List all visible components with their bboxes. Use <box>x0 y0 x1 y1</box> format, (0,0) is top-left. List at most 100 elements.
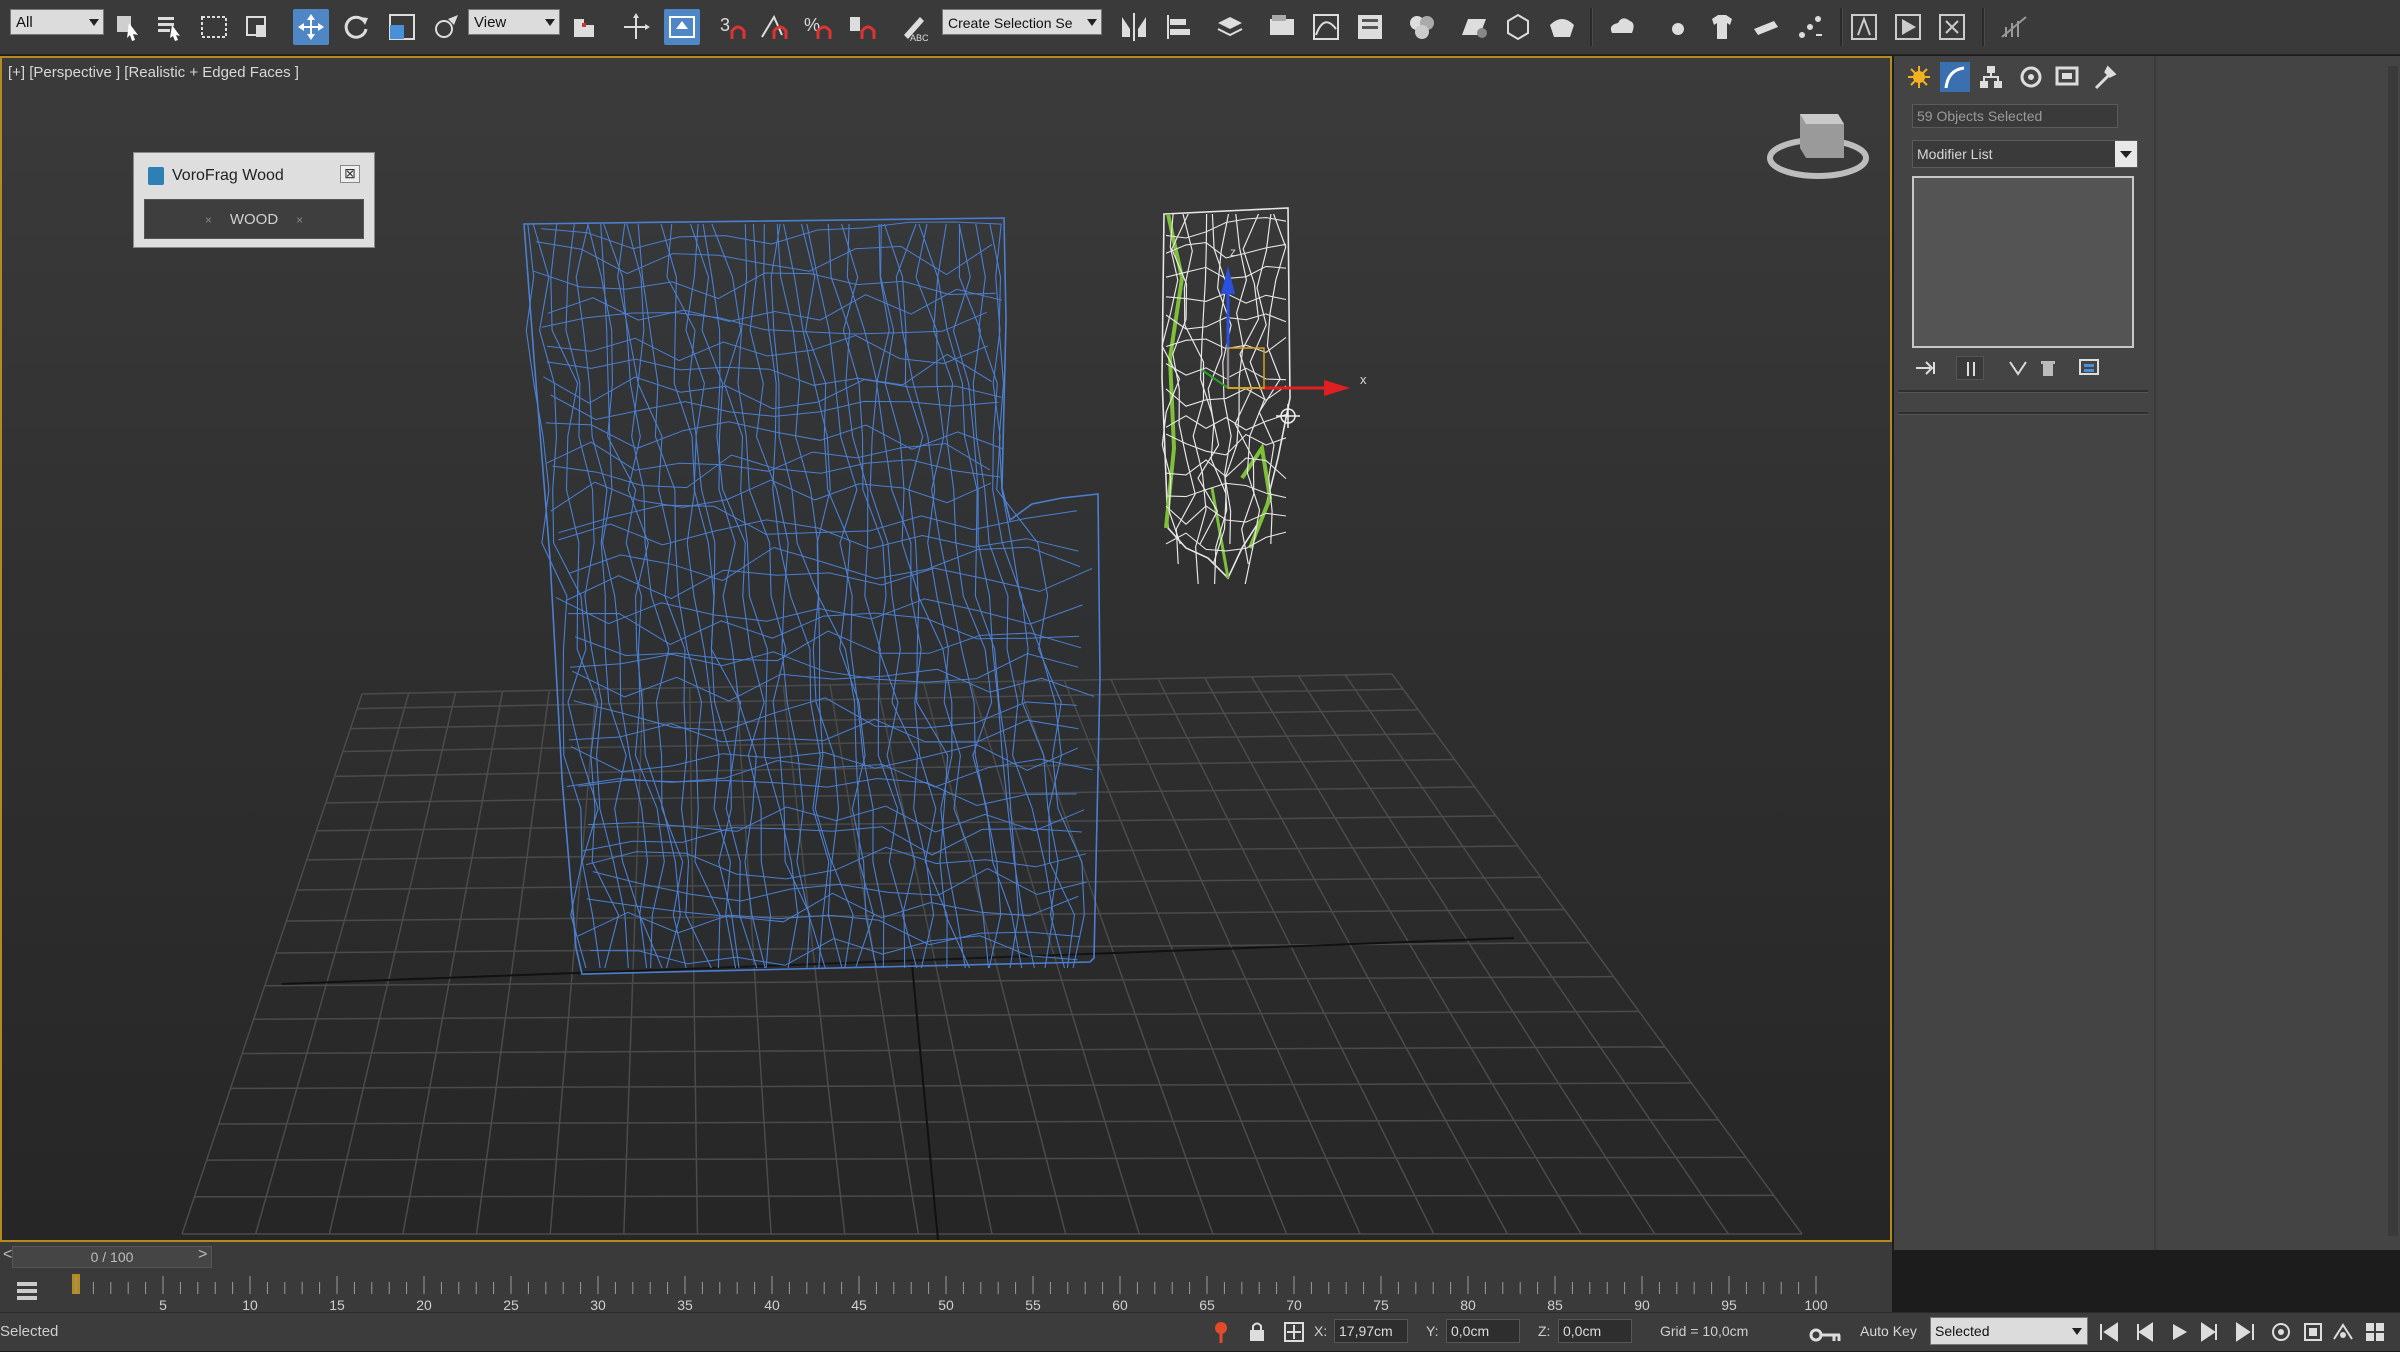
select-and-place-icon[interactable] <box>428 9 464 45</box>
selection-name-field[interactable]: 59 Objects Selected <box>1912 104 2118 128</box>
pin-stack-icon[interactable] <box>1912 356 1940 380</box>
select-and-scale-icon[interactable] <box>384 9 420 45</box>
rectangular-selection-icon[interactable] <box>196 9 232 45</box>
trackbar[interactable]: 5 10 15 20 25 30 35 40 45 50 55 60 65 70 75 80 85 90 95 100 <box>0 1272 1892 1312</box>
command-panel-scrollbar[interactable] <box>2388 66 2398 1236</box>
wood-button-mark: × <box>204 213 212 227</box>
wood-button[interactable]: × WOOD × <box>144 199 364 239</box>
script-b-icon[interactable] <box>1890 9 1926 45</box>
motion-tab-icon[interactable] <box>2016 62 2046 92</box>
make-unique-icon[interactable] <box>2004 356 2032 380</box>
modifier-list-value: Modifier List <box>1917 146 1993 162</box>
maximize-viewport-icon[interactable] <box>2362 1319 2388 1345</box>
remove-modifier-icon[interactable] <box>2034 356 2062 380</box>
isolate-pin-icon[interactable] <box>1210 1319 1232 1345</box>
auto-key-button[interactable]: Auto Key <box>1860 1323 1917 1339</box>
extra-toolbar-icon[interactable] <box>1996 9 2032 45</box>
select-manipulate-icon[interactable] <box>618 9 654 45</box>
sphere-object-icon[interactable] <box>1660 9 1696 45</box>
fragment-edge <box>1165 363 1287 381</box>
window-crossing-icon[interactable] <box>240 9 276 45</box>
select-and-rotate-icon[interactable] <box>338 9 374 45</box>
key-filter-value: Selected <box>1935 1323 1990 1339</box>
percent-snap-icon[interactable]: % <box>800 9 836 45</box>
frame-tick-label: 75 <box>1373 1297 1389 1312</box>
particle-flow-icon[interactable] <box>1792 9 1828 45</box>
time-slider[interactable]: 0 / 100 < > <box>0 1242 1892 1272</box>
gizmo-z-label: z <box>1230 245 1236 259</box>
render-setup-icon[interactable] <box>1456 9 1492 45</box>
curve-editor-icon[interactable] <box>1308 9 1344 45</box>
set-key-icon[interactable] <box>1806 1321 1846 1347</box>
y-coordinate-label: Y: <box>1426 1323 1439 1339</box>
render-in-cloud-icon[interactable] <box>1604 9 1640 45</box>
select-object-icon[interactable] <box>110 9 146 45</box>
x-coordinate-field[interactable]: 17,97cm <box>1334 1319 1408 1343</box>
align-icon[interactable] <box>1160 9 1196 45</box>
perspective-viewport[interactable]: x z [+] [Perspective ] [Realistic + Edge… <box>0 56 1892 1242</box>
selection-filter-dropdown[interactable]: All <box>10 9 104 35</box>
render-production-icon[interactable] <box>1544 9 1580 45</box>
go-to-end-icon[interactable] <box>2232 1319 2258 1345</box>
snaps-toggle-icon[interactable]: 3 <box>714 9 750 45</box>
material-editor-icon[interactable] <box>1404 9 1440 45</box>
orbit-icon[interactable] <box>2268 1319 2294 1345</box>
create-tab-icon[interactable] <box>1904 62 1934 92</box>
modify-tab-icon[interactable] <box>1940 62 1970 92</box>
tshirt-icon[interactable] <box>1704 9 1740 45</box>
hierarchy-tab-icon[interactable] <box>1976 62 2006 92</box>
spinner-snap-icon[interactable] <box>844 9 880 45</box>
frame-tick-label: 15 <box>329 1297 345 1312</box>
display-tab-icon[interactable] <box>2052 62 2082 92</box>
key-filter-dropdown[interactable]: Selected <box>1930 1317 2088 1345</box>
frame-tick-label: 50 <box>938 1297 954 1312</box>
previous-frame-button[interactable]: < <box>3 1246 12 1264</box>
y-coordinate-field[interactable]: 0,0cm <box>1446 1319 1520 1343</box>
selection-lock-icon[interactable] <box>1246 1319 1268 1345</box>
viewport-label-menu[interactable]: [+] [Perspective ] [Realistic + Edged Fa… <box>8 64 299 81</box>
keyboard-shortcut-override-icon[interactable] <box>664 9 700 45</box>
utilities-tab-icon[interactable] <box>2090 62 2120 92</box>
reference-coordinate-dropdown[interactable]: View <box>468 9 560 35</box>
script-a-icon[interactable] <box>1846 9 1882 45</box>
script-c-icon[interactable] <box>1934 9 1970 45</box>
vorofrag-close-button[interactable]: ⊠ <box>340 165 360 183</box>
edit-named-selection-icon[interactable]: ABC <box>896 9 932 45</box>
svg-text:3: 3 <box>720 15 730 35</box>
main-toolbar: All View 3 % ABC Create Selection Se <box>0 0 2400 55</box>
frame-tick-label: 90 <box>1634 1297 1650 1312</box>
configure-modifier-sets-icon[interactable] <box>2076 356 2104 380</box>
hair-brush-icon[interactable] <box>1748 9 1784 45</box>
modifier-list-dropdown[interactable]: Modifier List <box>1912 140 2138 168</box>
layer-explorer-icon[interactable] <box>1212 9 1248 45</box>
angle-snap-icon[interactable] <box>756 9 792 45</box>
named-selection-sets-dropdown[interactable]: Create Selection Se <box>942 9 1102 35</box>
modifier-stack[interactable] <box>1912 176 2134 348</box>
pivot-center-icon[interactable] <box>566 9 602 45</box>
previous-key-icon[interactable] <box>2132 1319 2158 1345</box>
go-to-start-icon[interactable] <box>2096 1319 2122 1345</box>
schematic-view-icon[interactable] <box>1352 9 1388 45</box>
svg-text:ABC: ABC <box>910 33 929 43</box>
toggle-ribbon-icon[interactable] <box>1264 9 1300 45</box>
rendered-frame-window-icon[interactable] <box>1500 9 1536 45</box>
fragment-edge <box>1182 213 1207 585</box>
grid-size-display: Grid = 10,0cm <box>1660 1323 1749 1339</box>
next-frame-button[interactable]: > <box>198 1246 207 1264</box>
move-gizmo: x z <box>1201 245 1367 428</box>
wood-button-label: WOOD <box>229 211 279 228</box>
time-slider-thumb[interactable]: 0 / 100 <box>12 1246 212 1268</box>
absolute-mode-icon[interactable] <box>1282 1319 1306 1345</box>
mirror-icon[interactable] <box>1116 9 1152 45</box>
command-panel: 59 Objects Selected Modifier List <box>1894 56 2154 1250</box>
select-and-move-icon[interactable] <box>293 9 329 45</box>
frame-tick-label: 35 <box>677 1297 693 1312</box>
field-of-view-icon[interactable] <box>2330 1319 2356 1345</box>
show-end-result-icon[interactable] <box>1956 356 1984 380</box>
frame-tick-label: 85 <box>1547 1297 1563 1312</box>
zoom-extents-icon[interactable] <box>2300 1319 2326 1345</box>
z-coordinate-field[interactable]: 0,0cm <box>1558 1319 1632 1343</box>
play-icon[interactable] <box>2166 1319 2192 1345</box>
select-by-name-icon[interactable] <box>152 9 188 45</box>
next-key-icon[interactable] <box>2196 1319 2222 1345</box>
